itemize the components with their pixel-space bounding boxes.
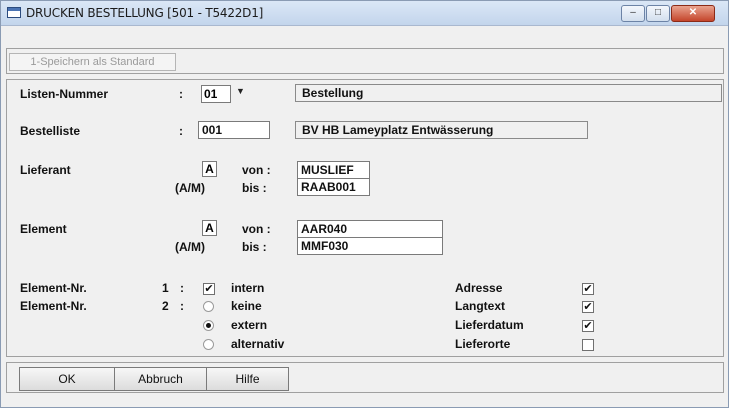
delivery-date-checkbox[interactable]: ✔ xyxy=(582,320,594,332)
delivery-locations-label: Lieferorte xyxy=(455,337,511,351)
element-nr-2-label: Element-Nr. xyxy=(20,299,87,313)
element-nr-1-checkbox[interactable]: ✔ xyxy=(203,283,215,295)
order-list-input[interactable]: 001 xyxy=(198,121,270,139)
radio-extern[interactable] xyxy=(203,320,214,331)
element-nr-1-option: intern xyxy=(231,281,265,295)
supplier-to-label: bis : xyxy=(242,181,267,195)
maximize-button[interactable]: □ xyxy=(646,5,670,22)
element-label: Element xyxy=(20,222,67,236)
radio-alternativ[interactable] xyxy=(203,339,214,350)
help-button[interactable]: Hilfe xyxy=(206,367,289,391)
radio-keine[interactable] xyxy=(203,301,214,312)
element-nr-1-label: Element-Nr. xyxy=(20,281,87,295)
supplier-from-label: von : xyxy=(242,163,271,177)
element-nr-1-number: 1 xyxy=(162,281,169,295)
element-nr-1-colon: : xyxy=(180,281,184,295)
save-as-default-button[interactable]: 1-Speichern als Standard xyxy=(9,53,176,71)
supplier-to-input[interactable]: RAAB001 xyxy=(297,178,370,196)
list-number-colon: : xyxy=(179,87,183,101)
radio-alternativ-label: alternativ xyxy=(231,337,285,351)
list-number-description: Bestellung xyxy=(295,84,722,102)
order-list-description: BV HB Lameyplatz Entwässerung xyxy=(295,121,588,139)
supplier-mode-label: (A/M) xyxy=(175,181,205,195)
ok-button[interactable]: OK xyxy=(19,367,115,391)
order-list-colon: : xyxy=(179,124,183,138)
cancel-button[interactable]: Abbruch xyxy=(114,367,207,391)
close-button[interactable]: ✕ xyxy=(671,5,715,22)
element-from-label: von : xyxy=(242,222,271,236)
long-text-label: Langtext xyxy=(455,299,506,313)
minimize-button[interactable]: – xyxy=(621,5,645,22)
address-checkbox[interactable]: ✔ xyxy=(582,283,594,295)
window-icon xyxy=(7,7,21,18)
supplier-from-input[interactable]: MUSLIEF xyxy=(297,161,370,179)
element-mode-label: (A/M) xyxy=(175,240,205,254)
element-mode-input[interactable]: A xyxy=(202,220,217,236)
long-text-checkbox[interactable]: ✔ xyxy=(582,301,594,313)
window-title: DRUCKEN BESTELLUNG [501 - T5422D1] xyxy=(26,6,264,20)
element-from-input[interactable]: AAR040 xyxy=(297,220,443,238)
list-number-label: Listen-Nummer xyxy=(20,87,109,101)
element-to-input[interactable]: MMF030 xyxy=(297,237,443,255)
supplier-mode-input[interactable]: A xyxy=(202,161,217,177)
address-label: Adresse xyxy=(455,281,503,295)
order-list-label: Bestelliste xyxy=(20,124,81,138)
radio-keine-label: keine xyxy=(231,299,262,313)
element-to-label: bis : xyxy=(242,240,267,254)
radio-extern-label: extern xyxy=(231,318,268,332)
title-bar: DRUCKEN BESTELLUNG [501 - T5422D1] – □ ✕ xyxy=(1,1,728,26)
delivery-date-label: Lieferdatum xyxy=(455,318,524,332)
list-number-select[interactable]: 01 xyxy=(201,85,231,103)
element-nr-2-colon: : xyxy=(180,299,184,313)
supplier-label: Lieferant xyxy=(20,163,71,177)
delivery-locations-checkbox[interactable] xyxy=(582,339,594,351)
element-nr-2-number: 2 xyxy=(162,299,169,313)
chevron-down-icon[interactable]: ▼ xyxy=(236,86,245,96)
